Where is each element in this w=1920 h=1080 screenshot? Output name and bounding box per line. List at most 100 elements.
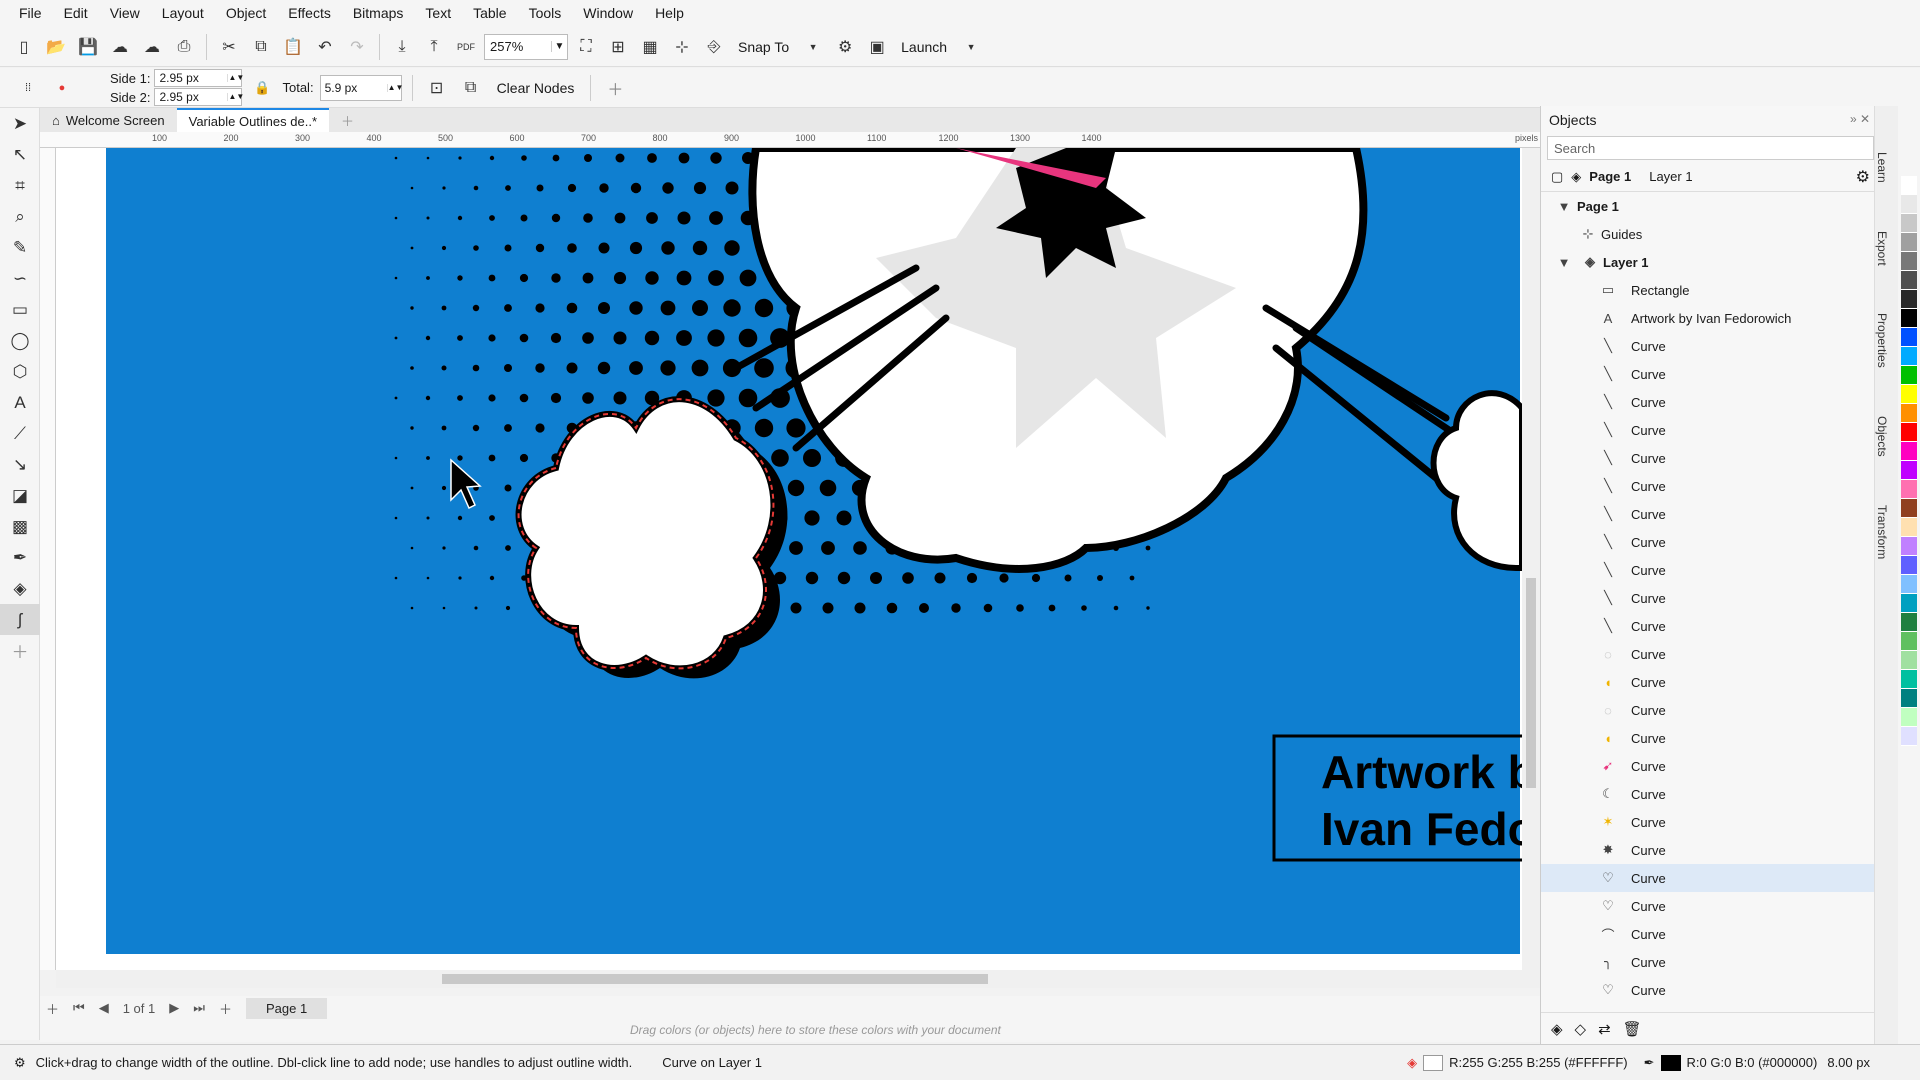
current-page-label[interactable]: Page 1 <box>1589 169 1631 184</box>
vertical-scroll-thumb[interactable] <box>1526 578 1536 788</box>
side-tab-properties[interactable]: Properties <box>1875 307 1889 374</box>
object-list-item[interactable]: ✸ Curve <box>1541 836 1880 864</box>
move-to-layer-icon[interactable]: ⇄ <box>1598 1020 1611 1038</box>
menu-edit[interactable]: Edit <box>53 0 99 27</box>
options-gear-icon[interactable]: ⚙ <box>831 33 859 61</box>
color-swatch[interactable] <box>1901 594 1917 613</box>
horizontal-ruler[interactable]: 100 200 300 400 500 600 700 800 900 1000 1100 1200 1… <box>40 132 1540 148</box>
snap-icon[interactable]: ⎆ <box>700 33 728 61</box>
color-swatch[interactable] <box>1901 727 1917 746</box>
lock-ratio-icon[interactable]: 🔒 <box>248 74 276 102</box>
new-master-layer-icon[interactable]: ◇ <box>1575 1020 1587 1038</box>
object-list-item[interactable]: ╲ Curve <box>1541 388 1880 416</box>
freehand-tool-icon[interactable]: ✎ <box>0 232 40 263</box>
tab-variable-outlines[interactable]: Variable Outlines de..* <box>176 108 329 132</box>
color-swatch[interactable] <box>1901 233 1917 252</box>
color-swatch[interactable] <box>1901 651 1917 670</box>
polygon-tool-icon[interactable]: ⬡ <box>0 356 40 387</box>
color-swatch[interactable] <box>1901 556 1917 575</box>
menu-effects[interactable]: Effects <box>277 0 342 27</box>
object-list-item[interactable]: ♡ Curve <box>1541 976 1880 1004</box>
first-page-icon[interactable]: ⏮ <box>73 1000 85 1016</box>
export-icon[interactable]: ⤒ <box>420 33 448 61</box>
horizontal-scrollbar[interactable] <box>56 970 1540 988</box>
color-swatch[interactable] <box>1901 480 1917 499</box>
node-red-icon[interactable]: ● <box>48 74 76 102</box>
clear-nodes-button[interactable]: Clear Nodes <box>491 80 581 96</box>
object-list-item[interactable]: ╲ Curve <box>1541 500 1880 528</box>
add-tool-icon[interactable]: ＋ <box>0 635 40 666</box>
color-swatch[interactable] <box>1901 271 1917 290</box>
parallel-dimension-tool-icon[interactable]: ⟋ <box>0 418 40 449</box>
tree-layer-row[interactable]: ▼ ◈ Layer 1 <box>1541 248 1880 276</box>
color-swatch[interactable] <box>1901 518 1917 537</box>
show-rulers-icon[interactable]: ⊞ <box>604 33 632 61</box>
object-list-item[interactable]: ╲ Curve <box>1541 528 1880 556</box>
color-swatch[interactable] <box>1901 404 1917 423</box>
color-swatch[interactable] <box>1901 689 1917 708</box>
object-list-item[interactable]: ◌ Curve <box>1541 640 1880 668</box>
side-tab-transform[interactable]: Transform <box>1875 499 1889 565</box>
object-list-item[interactable]: ╲ Curve <box>1541 584 1880 612</box>
side2-input[interactable]: 2.95 px ▲▼ <box>154 88 244 106</box>
undo-icon[interactable]: ↶ <box>311 33 339 61</box>
add-icon[interactable]: ＋ <box>601 74 629 102</box>
spin-arrows-icon[interactable]: ▲▼ <box>227 93 244 101</box>
fill-color-swatch[interactable] <box>1423 1054 1444 1071</box>
color-swatch[interactable] <box>1901 537 1917 556</box>
object-list-item[interactable]: ➹ Curve <box>1541 752 1880 780</box>
color-swatch[interactable] <box>1901 195 1917 214</box>
expand-chevron-icon[interactable]: ▼ <box>1551 255 1577 270</box>
open-folder-icon[interactable]: 📂 <box>42 33 70 61</box>
object-list-item[interactable]: ╲ Curve <box>1541 612 1880 640</box>
docker-options-gear-icon[interactable]: ⚙ <box>1856 167 1870 187</box>
color-swatch[interactable] <box>1901 442 1917 461</box>
artwork-svg[interactable]: Artwork by Ivan Fedoro <box>56 148 1522 970</box>
color-swatch[interactable] <box>1901 347 1917 366</box>
drawing-canvas[interactable]: Artwork by Ivan Fedoro <box>56 148 1522 970</box>
color-swatch[interactable] <box>1901 214 1917 233</box>
save-icon[interactable]: 💾 <box>74 33 102 61</box>
launch-icon[interactable]: ▣ <box>863 33 891 61</box>
pick-tool-icon[interactable]: ➤ <box>0 108 40 139</box>
color-swatch[interactable] <box>1901 461 1917 480</box>
menu-file[interactable]: File <box>8 0 53 27</box>
drop-shadow-tool-icon[interactable]: ◪ <box>0 480 40 511</box>
side-tab-export[interactable]: Export <box>1875 225 1889 272</box>
object-list-item[interactable]: ◖ Curve <box>1541 668 1880 696</box>
cut-icon[interactable]: ✂ <box>215 33 243 61</box>
object-list-item[interactable]: ╲ Curve <box>1541 556 1880 584</box>
outline-color-swatch[interactable] <box>1660 1054 1681 1071</box>
object-list-item[interactable]: ☾ Curve <box>1541 780 1880 808</box>
total-input[interactable]: 5.9 px ▲▼ <box>319 74 403 101</box>
node-grid-icon[interactable]: ⁞⁞ <box>14 74 42 102</box>
color-swatch[interactable] <box>1901 176 1917 195</box>
new-layer-icon[interactable]: ◈ <box>1551 1020 1563 1038</box>
redo-icon[interactable]: ↷ <box>343 33 371 61</box>
menu-bitmaps[interactable]: Bitmaps <box>342 0 415 27</box>
color-swatch[interactable] <box>1901 632 1917 651</box>
show-grid-icon[interactable]: ▦ <box>636 33 664 61</box>
print-icon[interactable]: ⎙ <box>170 33 198 61</box>
object-list-item[interactable]: ▭ Rectangle <box>1541 276 1880 304</box>
menu-text[interactable]: Text <box>414 0 462 27</box>
tree-guides-row[interactable]: ⊹ Guides <box>1541 220 1880 248</box>
show-guidelines-icon[interactable]: ⊹ <box>668 33 696 61</box>
last-page-icon[interactable]: ⏭ <box>193 1000 205 1016</box>
vertical-scrollbar[interactable] <box>1522 148 1540 970</box>
launch-dropdown[interactable]: Launch <box>895 39 953 55</box>
import-icon[interactable]: ⤓ <box>388 33 416 61</box>
spin-arrows-icon[interactable]: ▲▼ <box>386 83 403 92</box>
side-tab-objects[interactable]: Objects <box>1875 410 1889 463</box>
add-page-icon[interactable]: ＋ <box>46 999 59 1018</box>
object-list-item[interactable]: ♡ Curve <box>1541 892 1880 920</box>
object-list-item[interactable]: ╲ Curve <box>1541 416 1880 444</box>
menu-tools[interactable]: Tools <box>518 0 573 27</box>
clear-nodes-icon[interactable]: ⧉ <box>457 74 485 102</box>
horizontal-scroll-thumb[interactable] <box>442 974 988 984</box>
zoom-level-select[interactable]: 257% ▼ <box>484 33 568 60</box>
object-list-item[interactable]: ╲ Curve <box>1541 332 1880 360</box>
shape-tool-icon[interactable]: ↖ <box>0 139 40 170</box>
text-tool-icon[interactable]: A <box>0 387 40 418</box>
object-list-item[interactable]: ╲ Curve <box>1541 360 1880 388</box>
